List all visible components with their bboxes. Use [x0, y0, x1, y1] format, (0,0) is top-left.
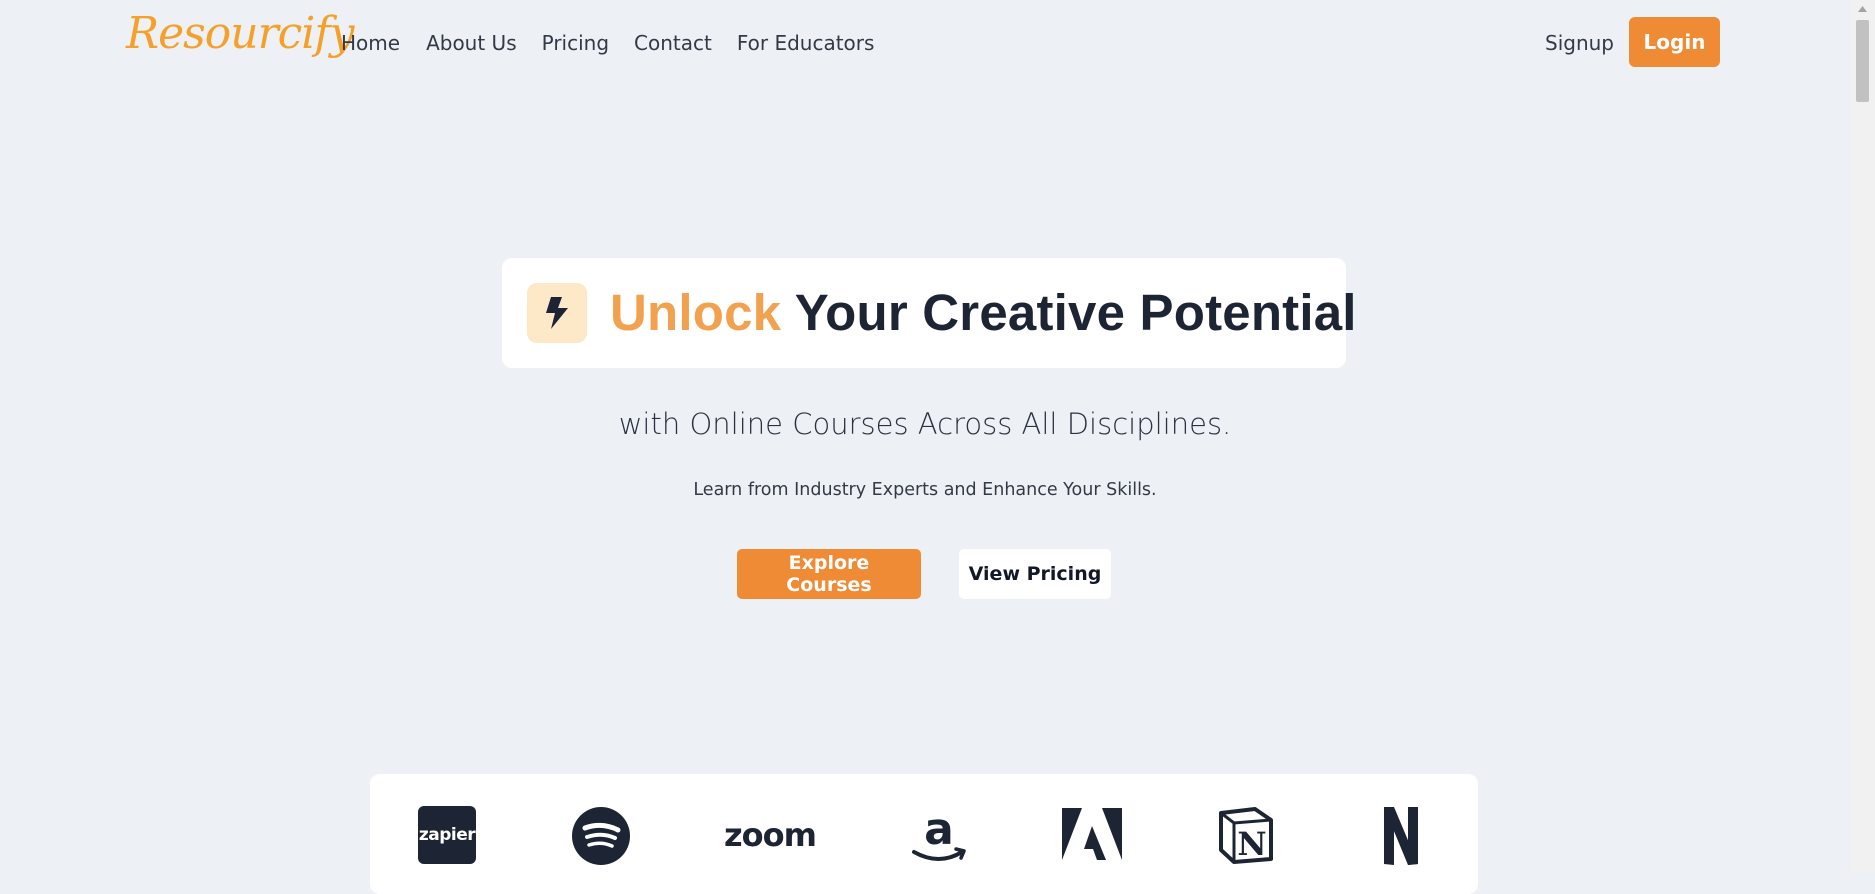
nav-for-educators[interactable]: For Educators	[737, 30, 875, 56]
hero-title-rest: Your Creative Potential	[794, 284, 1357, 341]
scroll-up-arrow-icon[interactable]	[1850, 0, 1875, 18]
hero-title: Unlock Your Creative Potential	[610, 283, 1357, 343]
nav-contact[interactable]: Contact	[634, 30, 712, 56]
zapier-logo: zapier	[418, 806, 476, 864]
main-nav: Home About Us Pricing Contact For Educat…	[341, 30, 899, 56]
signup-link[interactable]: Signup	[1545, 30, 1614, 56]
nav-about-us[interactable]: About Us	[426, 30, 517, 56]
hero-title-accent: Unlock	[610, 284, 782, 341]
spotify-logo	[571, 806, 631, 866]
nav-pricing[interactable]: Pricing	[542, 30, 609, 56]
amazon-logo-svg: a	[912, 806, 966, 861]
svg-text:N: N	[1237, 825, 1266, 863]
hero-subheading: with Online Courses Across All Disciplin…	[618, 407, 1232, 441]
landing-page: Resourcify Home About Us Pricing Contact…	[0, 0, 1850, 894]
zoom-logo: zoom	[724, 816, 817, 854]
lightning-bolt-icon-svg	[546, 297, 568, 329]
spotify-logo-svg	[572, 807, 630, 865]
notion-logo-svg: N	[1219, 807, 1273, 864]
amazon-logo: a	[908, 806, 970, 866]
notion-logo: N	[1217, 806, 1275, 864]
explore-courses-button[interactable]: Explore Courses	[737, 549, 921, 599]
partner-logos-strip: zapier zoom a N	[370, 774, 1478, 894]
netflix-logo	[1382, 806, 1420, 866]
hero-title-card: Unlock Your Creative Potential	[502, 258, 1356, 368]
login-button[interactable]: Login	[1629, 17, 1720, 67]
site-logo[interactable]: Resourcify	[126, 12, 354, 56]
adobe-logo	[1062, 806, 1122, 862]
lightning-bolt-icon	[527, 283, 587, 343]
netflix-logo-svg	[1384, 807, 1418, 865]
svg-text:a: a	[924, 806, 954, 855]
scrollbar-thumb[interactable]	[1856, 20, 1869, 102]
hero-tagline: Learn from Industry Experts and Enhance …	[693, 480, 1157, 500]
nav-home[interactable]: Home	[341, 30, 400, 56]
page-scrollbar[interactable]	[1850, 0, 1875, 871]
adobe-logo-svg	[1062, 808, 1122, 860]
view-pricing-button[interactable]: View Pricing	[959, 549, 1111, 599]
